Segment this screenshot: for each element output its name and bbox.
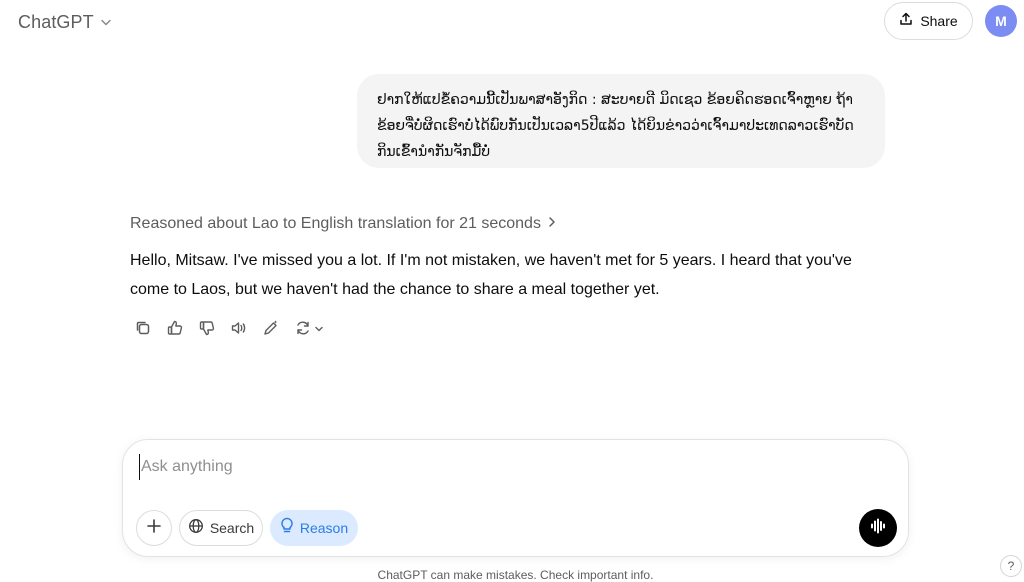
search-label: Search — [209, 520, 255, 536]
model-name: ChatGPT — [18, 11, 94, 32]
copy-icon — [134, 319, 152, 342]
edit-in-canvas-button[interactable] — [258, 317, 284, 343]
model-switcher[interactable]: ChatGPT — [10, 6, 120, 38]
reason-label: Reason — [299, 520, 349, 536]
bad-response-button[interactable] — [194, 317, 220, 343]
chevron-down-icon — [100, 16, 112, 28]
disclaimer-text: ChatGPT can make mistakes. Check importa… — [377, 568, 654, 582]
top-bar: ChatGPT Share M — [0, 0, 1024, 44]
user-message-bubble: ຢາກໃຫ້ແປຂໍ້ຄວາມນີ້ເປັນພາສາອັງກິດ : ສະບາຍ… — [357, 74, 885, 168]
chevron-down-icon — [314, 321, 324, 339]
search-toggle-button[interactable]: Search — [179, 510, 263, 546]
prompt-input[interactable] — [139, 454, 859, 480]
help-button[interactable]: ? — [1000, 555, 1022, 577]
share-label: Share — [920, 13, 958, 29]
voice-waveform-icon — [869, 517, 887, 540]
globe-icon — [188, 518, 204, 539]
thumbs-up-icon — [166, 319, 184, 342]
message-action-bar — [130, 317, 328, 343]
thumbs-down-icon — [198, 319, 216, 342]
composer: Search Reason — [122, 439, 909, 557]
regenerate-button[interactable] — [290, 317, 328, 343]
reasoning-summary-label: Reasoned about Lao to English translatio… — [130, 215, 541, 232]
regenerate-icon — [294, 319, 312, 342]
copy-button[interactable] — [130, 317, 156, 343]
voice-mode-button[interactable] — [859, 509, 897, 547]
share-icon — [899, 12, 913, 31]
reason-toggle-button[interactable]: Reason — [270, 510, 358, 546]
share-button[interactable]: Share — [884, 2, 973, 40]
edit-in-canvas-icon — [262, 319, 280, 342]
lightbulb-icon — [280, 517, 294, 539]
attach-button[interactable] — [136, 510, 172, 546]
chevron-right-icon — [547, 215, 557, 233]
reasoning-summary-toggle[interactable]: Reasoned about Lao to English translatio… — [130, 215, 557, 233]
assistant-message-text: Hello, Mitsaw. I've missed you a lot. If… — [130, 252, 852, 298]
read-aloud-icon — [230, 319, 248, 342]
user-message-text: ຢາກໃຫ້ແປຂໍ້ຄວາມນີ້ເປັນພາສາອັງກິດ : ສະບາຍ… — [377, 92, 854, 160]
read-aloud-button[interactable] — [226, 317, 252, 343]
plus-icon — [146, 518, 162, 539]
avatar[interactable]: M — [985, 5, 1017, 37]
good-response-button[interactable] — [162, 317, 188, 343]
